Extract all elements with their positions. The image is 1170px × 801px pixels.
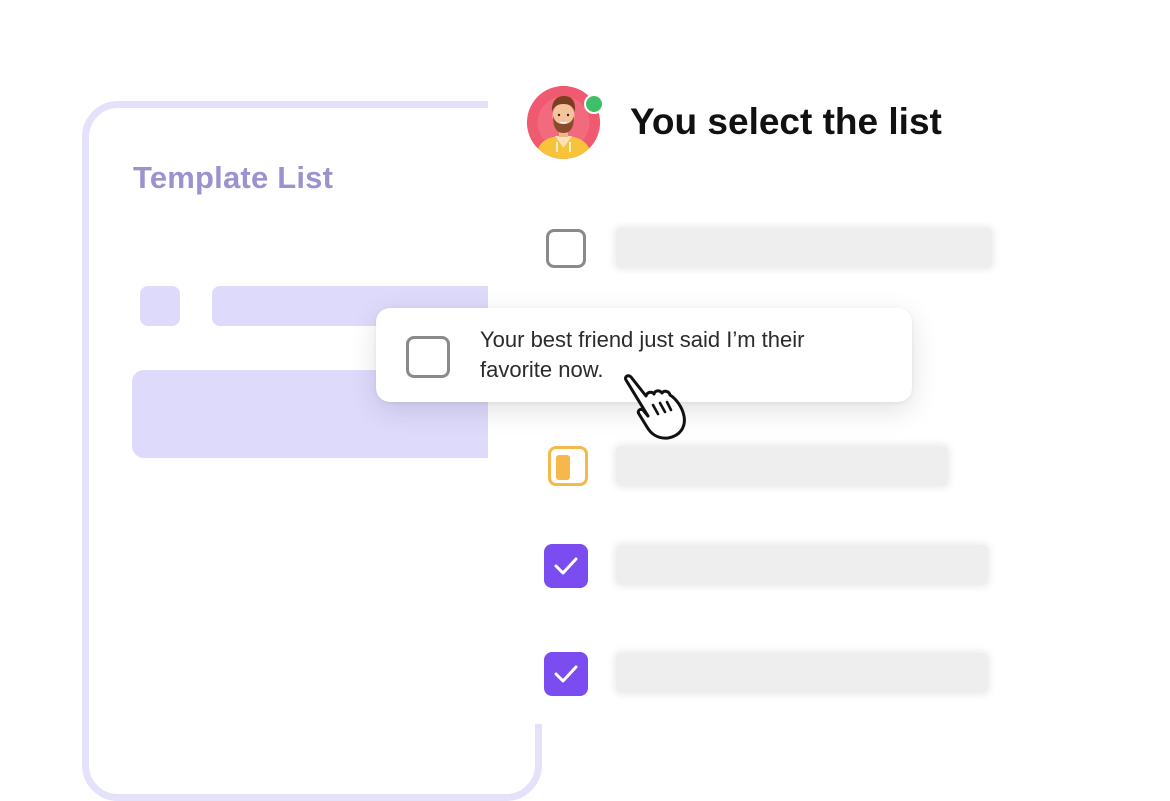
task-checkbox-checked-1[interactable] (544, 544, 588, 588)
task-checkbox-checked-2[interactable] (544, 652, 588, 696)
task-row-placeholder-3 (616, 446, 948, 486)
checkmark-icon (554, 557, 578, 575)
task-row-placeholder-4 (616, 545, 988, 585)
checkmark-icon (554, 665, 578, 683)
task-row-placeholder-5 (616, 653, 988, 693)
online-status-dot (584, 94, 604, 114)
template-checkbox-placeholder (140, 286, 180, 326)
template-list-title: Template List (133, 160, 334, 195)
hand-pointer-icon (624, 374, 686, 440)
page-heading: You select the list (630, 101, 942, 142)
task-checkbox-1[interactable] (546, 229, 586, 268)
task-row-placeholder-1 (616, 228, 992, 268)
task-checkbox-partial[interactable] (548, 446, 588, 486)
popup-checkbox[interactable] (406, 336, 450, 378)
partial-fill-indicator (556, 455, 570, 480)
